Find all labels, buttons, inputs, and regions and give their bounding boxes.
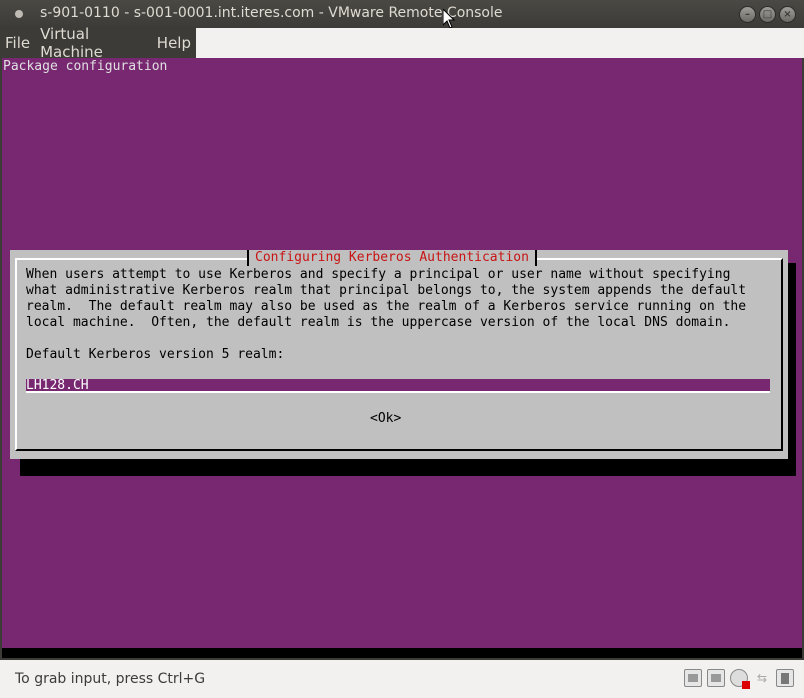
maximize-button[interactable]: □ <box>759 6 776 23</box>
window-title: s-901-0110 - s-001-0001.int.iteres.com -… <box>40 5 503 21</box>
close-button[interactable]: × <box>779 6 796 23</box>
status-bar: To grab input, press Ctrl+G ⇆ <box>0 660 804 698</box>
cdrom-icon[interactable] <box>730 669 750 689</box>
description-line: When users attempt to use Kerberos and s… <box>26 267 731 282</box>
menu-file[interactable]: File <box>0 34 35 52</box>
minimize-button[interactable]: – <box>739 6 756 23</box>
dialog-shadow <box>20 458 796 476</box>
dialog-description: When users attempt to use Kerberos and s… <box>26 267 776 331</box>
window-controls: – □ × <box>739 6 796 23</box>
menu-virtual-machine[interactable]: Virtual Machine <box>35 25 152 61</box>
device-icons: ⇆ <box>684 669 794 689</box>
console-header: Package configuration <box>3 59 168 74</box>
description-line: realm. The default realm may also be use… <box>26 299 747 314</box>
realm-label: Default Kerberos version 5 realm: <box>26 347 285 362</box>
kerberos-dialog: Configuring Kerberos Authentication When… <box>10 250 788 459</box>
hard-disk-icon[interactable] <box>707 669 725 687</box>
usb-icon[interactable] <box>776 669 794 687</box>
ok-button[interactable]: <Ok> <box>370 411 401 426</box>
hard-disk-icon[interactable] <box>684 669 702 687</box>
console-bottom-edge <box>2 648 802 658</box>
vm-console-screen[interactable]: Package configuration Configuring Kerber… <box>2 58 802 658</box>
window-title-bar[interactable]: s-901-0110 - s-001-0001.int.iteres.com -… <box>0 0 804 29</box>
menu-help[interactable]: Help <box>152 34 196 52</box>
network-icon[interactable]: ⇆ <box>753 669 771 687</box>
grab-input-hint: To grab input, press Ctrl+G <box>15 671 206 687</box>
realm-input[interactable] <box>26 379 770 393</box>
dialog-title: Configuring Kerberos Authentication <box>247 250 537 266</box>
description-line: local machine. Often, the default realm … <box>26 315 731 330</box>
window-menu-icon[interactable] <box>15 10 23 18</box>
menu-bar: File Virtual Machine Help <box>0 25 196 61</box>
menu-bar-empty <box>196 28 804 58</box>
description-line: what administrative Kerberos realm that … <box>26 283 747 298</box>
